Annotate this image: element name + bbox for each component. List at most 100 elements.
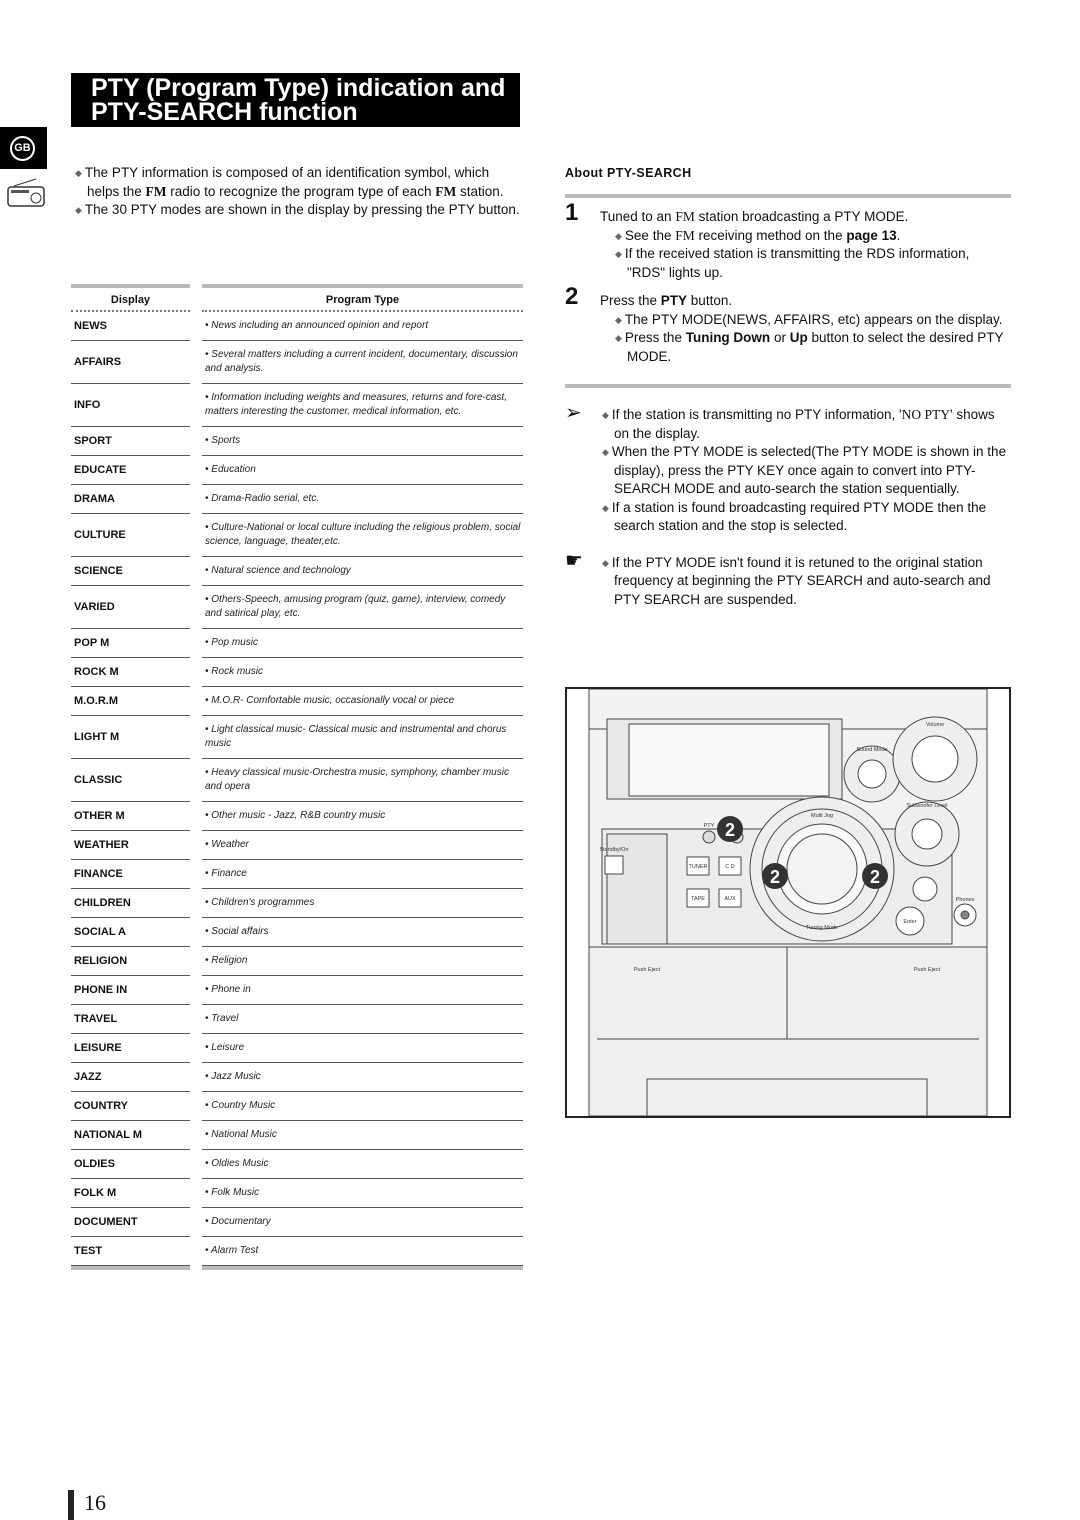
display-code: CULTURE [71,514,190,557]
svg-text:Sound Mode: Sound Mode [856,747,887,753]
display-code: RELIGION [71,947,190,976]
table-row: WEATHER • Weather [71,831,523,860]
table-row: EDUCATE • Education [71,456,523,485]
program-type: • Sports [202,427,523,456]
table-row: POP M • Pop music [71,629,523,658]
table-row: SOCIAL A • Social affairs [71,918,523,947]
about-pty-search: About PTY-SEARCH 1 Tuned to an FM statio… [565,164,1011,609]
table-row: FOLK M • Folk Music [71,1179,523,1208]
table-row: INFO • Information including weights and … [71,384,523,427]
svg-text:Enter: Enter [903,919,916,925]
svg-text:Push Eject: Push Eject [634,967,661,973]
program-type: • Children's programmes [202,889,523,918]
intro-bullet: The 30 PTY modes are shown in the displa… [75,201,525,220]
intro-bullet: The PTY information is composed of an id… [75,164,525,201]
table-row: COUNTRY • Country Music [71,1092,523,1121]
svg-text:Multi Jog: Multi Jog [811,813,833,819]
display-code: PHONE IN [71,976,190,1005]
table-row: DOCUMENT • Documentary [71,1208,523,1237]
display-code: INFO [71,384,190,427]
program-type: • Alarm Test [202,1237,523,1266]
stereo-front-panel-illustration: 2 2 2 Volume Sound Mode Subwoofer Level … [565,687,1011,1118]
tip: ☛ If the PTY MODE isn't found it is retu… [565,549,1011,610]
table-row: NEWS • News including an announced opinio… [71,312,523,341]
display-code: LEISURE [71,1034,190,1063]
table-row: DRAMA • Drama-Radio serial, etc. [71,485,523,514]
table-row: PHONE IN • Phone in [71,976,523,1005]
display-code: NATIONAL M [71,1121,190,1150]
program-type: • Light classical music- Classical music… [202,716,523,759]
svg-text:Push Eject: Push Eject [914,967,941,973]
program-type: • Finance [202,860,523,889]
program-type: • Others-Speech, amusing program (quiz, … [202,586,523,629]
display-code: DOCUMENT [71,1208,190,1237]
program-type: • Social affairs [202,918,523,947]
display-code: DRAMA [71,485,190,514]
display-code: M.O.R.M [71,687,190,716]
display-code: COUNTRY [71,1092,190,1121]
svg-text:PTY: PTY [704,823,715,829]
display-code: NEWS [71,312,190,341]
program-type: • Rock music [202,658,523,687]
table-row: NATIONAL M • National Music [71,1121,523,1150]
program-type: • Pop music [202,629,523,658]
svg-text:TUNER: TUNER [689,864,708,870]
table-row: CHILDREN • Children's programmes [71,889,523,918]
display-code: VARIED [71,586,190,629]
display-code: OLDIES [71,1150,190,1179]
svg-text:TAPE: TAPE [691,896,705,902]
language-badge: GB [0,127,47,169]
display-code: ROCK M [71,658,190,687]
program-type: • Phone in [202,976,523,1005]
program-type: • Education [202,456,523,485]
divider [565,194,1011,198]
table-row: VARIED • Others-Speech, amusing program (… [71,586,523,629]
display-code: EDUCATE [71,456,190,485]
display-code: TEST [71,1237,190,1266]
table-row: CLASSIC • Heavy classical music-Orchestra… [71,759,523,802]
divider [565,384,1011,388]
svg-text:AUX: AUX [724,896,736,902]
display-code: SCIENCE [71,557,190,586]
program-type: • Other music - Jazz, R&B country music [202,802,523,831]
display-code: AFFAIRS [71,341,190,384]
svg-text:Phones: Phones [956,897,975,903]
page-title: PTY (Program Type) indication and PTY-SE… [71,73,520,127]
display-code: POP M [71,629,190,658]
program-type: • Folk Music [202,1179,523,1208]
program-type: • National Music [202,1121,523,1150]
callout-number: 2 [770,867,780,887]
table-row: FINANCE • Finance [71,860,523,889]
display-code: CLASSIC [71,759,190,802]
table-row: SPORT • Sports [71,427,523,456]
program-type: • Documentary [202,1208,523,1237]
table-row: SCIENCE • Natural science and technology [71,557,523,586]
program-type: • Drama-Radio serial, etc. [202,485,523,514]
display-code: SPORT [71,427,190,456]
svg-text:Tuning Mode: Tuning Mode [806,925,838,931]
program-type: • Information including weights and meas… [202,384,523,427]
program-type: • Culture-National or local culture incl… [202,514,523,557]
program-type: • Weather [202,831,523,860]
program-type: • Travel [202,1005,523,1034]
table-row: JAZZ • Jazz Music [71,1063,523,1092]
radio-icon [7,178,45,207]
program-type: • Heavy classical music-Orchestra music,… [202,759,523,802]
display-code: JAZZ [71,1063,190,1092]
section-heading: About PTY-SEARCH [565,166,692,180]
table-row: LEISURE • Leisure [71,1034,523,1063]
table-row: RELIGION • Religion [71,947,523,976]
table-row: M.O.R.M • M.O.R- Comfortable music, occas… [71,687,523,716]
table-row: TEST • Alarm Test [71,1237,523,1266]
display-code: OTHER M [71,802,190,831]
display-code: TRAVEL [71,1005,190,1034]
svg-text:C D: C D [725,864,735,870]
pointing-hand-icon: ☛ [565,549,583,572]
display-code: LIGHT M [71,716,190,759]
program-type: • News including an announced opinion an… [202,312,523,341]
page-number: 16 [68,1490,106,1520]
step-2: 2 Press the PTY button. The PTY MODE(NEW… [565,285,1011,366]
callout-number: 2 [725,820,735,840]
program-type: • Several matters including a current in… [202,341,523,384]
arrow-pointer-icon: ➢ [565,402,582,424]
